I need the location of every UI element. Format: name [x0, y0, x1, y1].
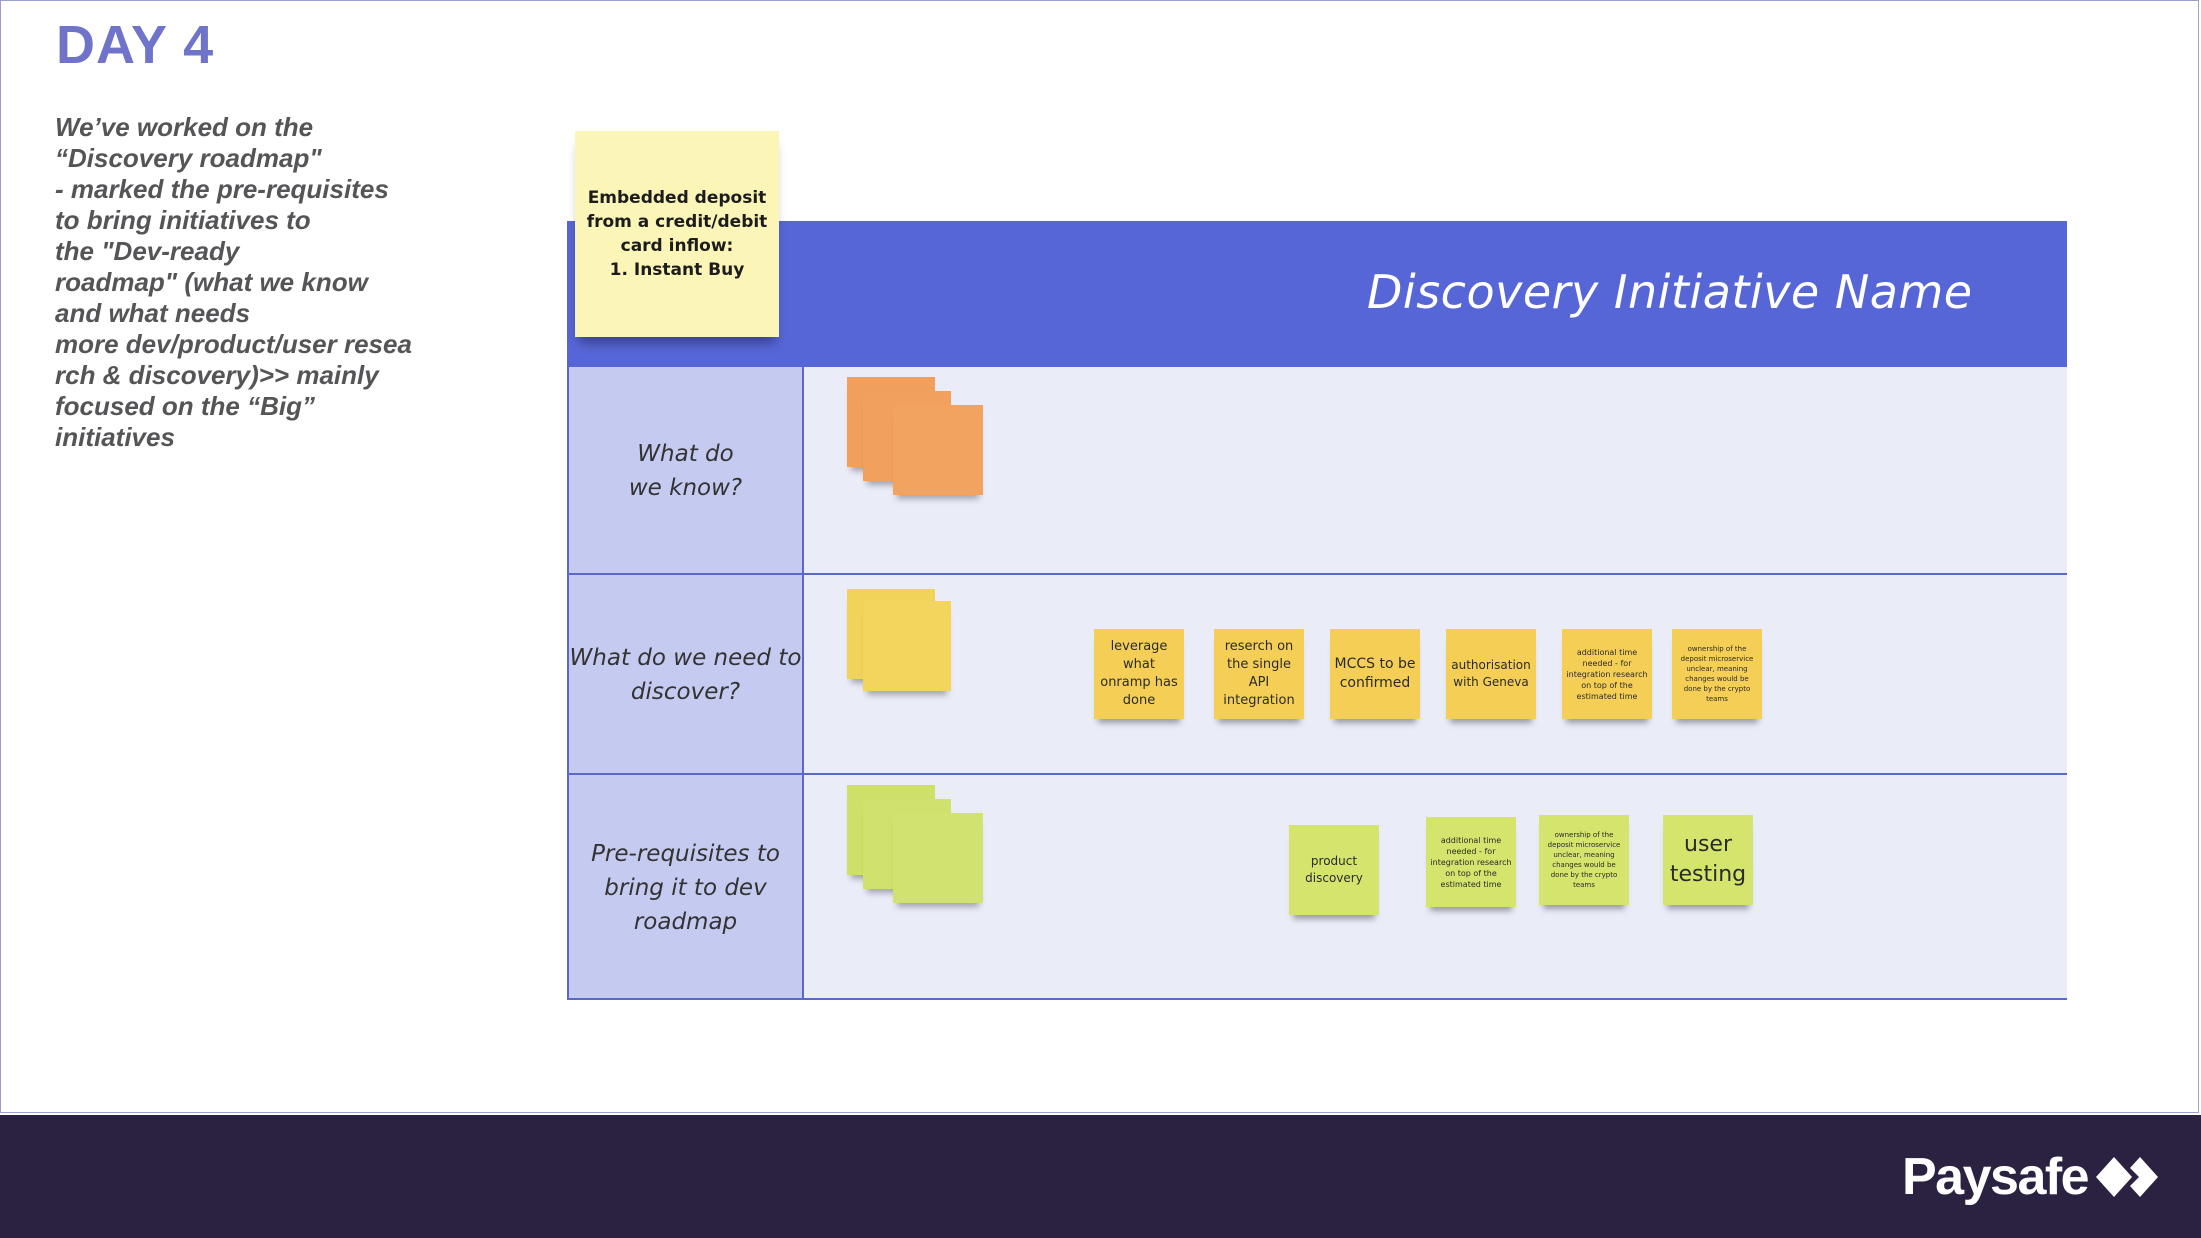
- sticky-note[interactable]: additional time needed - for integration…: [1562, 629, 1652, 719]
- board-title: Discovery Initiative Name: [1367, 265, 1973, 319]
- sticky-note[interactable]: user testing: [1663, 815, 1753, 905]
- board-header: Discovery Initiative Name: [567, 221, 2067, 367]
- sticky-note[interactable]: authorisation with Geneva: [1446, 629, 1536, 719]
- sticky-note[interactable]: reserch on the single API integration: [1214, 629, 1304, 719]
- paysafe-diamonds-icon: [2096, 1157, 2158, 1197]
- sticky-note[interactable]: leverage what onramp has done: [1094, 629, 1184, 719]
- row-what-we-know: What do we know?: [567, 367, 2067, 574]
- row-need-to-discover: What do we need to discover? leverage wh…: [567, 575, 2067, 774]
- board-left-border: [567, 367, 569, 1000]
- sticky-note[interactable]: additional time needed - for integration…: [1426, 817, 1516, 907]
- row-label-what-we-know: What do we know?: [567, 367, 804, 574]
- row-label-need-to-discover: What do we need to discover?: [567, 575, 804, 774]
- paysafe-logo-text: Paysafe: [1902, 1148, 2090, 1206]
- slide-title: DAY 4: [56, 15, 215, 75]
- sticky-note[interactable]: ownership of the deposit microservice un…: [1539, 815, 1629, 905]
- board-bottom-border: [567, 998, 2067, 1000]
- sticky-note[interactable]: MCCS to be confirmed: [1330, 629, 1420, 719]
- sticky-note[interactable]: product discovery: [1289, 825, 1379, 915]
- footer-bar: Paysafe: [0, 1115, 2201, 1238]
- row-label-prerequisites: Pre-requisites to bring it to dev roadma…: [567, 775, 804, 1000]
- row-prerequisites: Pre-requisites to bring it to dev roadma…: [567, 775, 2067, 1000]
- initiative-sticky-note[interactable]: Embedded deposit from a credit/debit car…: [575, 131, 779, 337]
- sticky-note[interactable]: ownership of the deposit microservice un…: [1672, 629, 1762, 719]
- discovery-board: Discovery Initiative Name What do we kno…: [567, 221, 2067, 1000]
- slide-description: We’ve worked on the “Discovery roadmap" …: [55, 112, 412, 452]
